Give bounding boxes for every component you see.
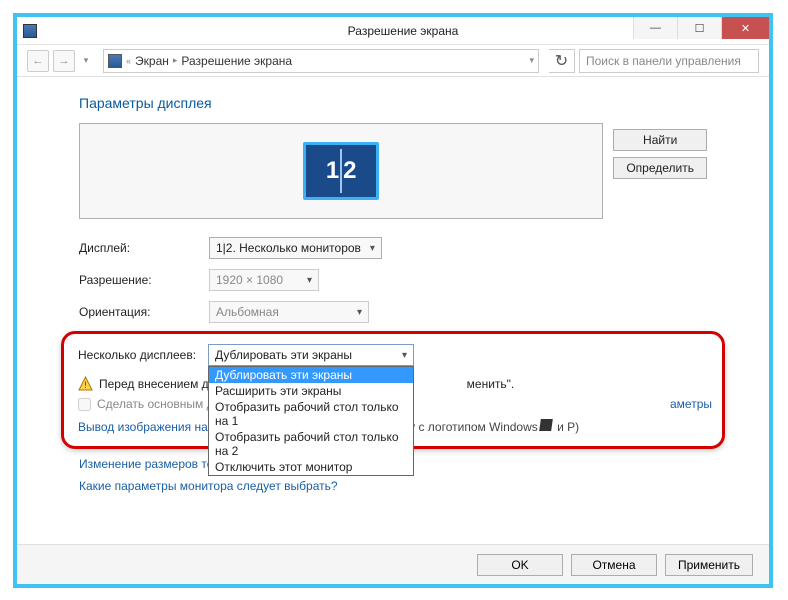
monitor-icon[interactable]: 1 2 (303, 142, 379, 200)
apply-button[interactable]: Применить (665, 554, 753, 576)
dropdown-option[interactable]: Отключить этот монитор (209, 459, 413, 475)
monitor-preview[interactable]: 1 2 (79, 123, 603, 219)
multi-display-dropdown[interactable]: Дублировать эти экраны Расширить эти экр… (208, 366, 414, 476)
location-icon (108, 54, 122, 68)
advanced-link[interactable]: Дополнительные параметры (552, 397, 712, 411)
display-select[interactable]: 1|2. Несколько мониторов (209, 237, 382, 259)
back-button[interactable]: ← (27, 50, 49, 72)
breadcrumb[interactable]: « Экран ▸ Разрешение экрана ▾ (103, 49, 539, 73)
titlebar: Разрешение экрана — ☐ ✕ (17, 17, 769, 45)
page-heading: Параметры дисплея (79, 95, 707, 111)
nav-row: ← → ▾ « Экран ▸ Разрешение экрана ▾ ↻ По… (17, 45, 769, 77)
forward-button[interactable]: → (53, 50, 75, 72)
warning-icon: ! (78, 376, 93, 391)
maximize-button[interactable]: ☐ (677, 17, 721, 39)
resolution-label: Разрешение: (79, 273, 209, 287)
multi-display-select[interactable]: Дублировать эти экраны (208, 344, 414, 366)
crumb-1[interactable]: Экран (135, 54, 169, 68)
orientation-select[interactable]: Альбомная (209, 301, 369, 323)
dropdown-option[interactable]: Отобразить рабочий стол только на 2 (209, 429, 413, 459)
multi-display-label: Несколько дисплеев: (78, 348, 208, 362)
close-button[interactable]: ✕ (721, 17, 769, 39)
find-button[interactable]: Найти (613, 129, 707, 151)
dropdown-option[interactable]: Отобразить рабочий стол только на 1 (209, 399, 413, 429)
history-dropdown[interactable]: ▾ (79, 55, 93, 66)
dialog-buttons: OK Отмена Применить (17, 544, 769, 584)
ok-button[interactable]: OK (477, 554, 563, 576)
app-icon (23, 24, 37, 38)
svg-text:!: ! (84, 380, 87, 390)
dropdown-option[interactable]: Расширить эти экраны (209, 383, 413, 399)
windows-logo-icon (539, 419, 553, 431)
display-label: Дисплей: (79, 241, 209, 255)
cancel-button[interactable]: Отмена (571, 554, 657, 576)
refresh-button[interactable]: ↻ (549, 49, 575, 73)
make-primary-label: Сделать основным д (97, 397, 214, 411)
search-input[interactable]: Поиск в панели управления (579, 49, 759, 73)
make-primary-checkbox (78, 398, 91, 411)
identify-button[interactable]: Определить (613, 157, 707, 179)
which-settings-link[interactable]: Какие параметры монитора следует выбрать… (79, 479, 707, 493)
crumb-2[interactable]: Разрешение экрана (181, 54, 292, 68)
dropdown-option[interactable]: Дублировать эти экраны (209, 367, 413, 383)
minimize-button[interactable]: — (633, 17, 677, 39)
resolution-select[interactable]: 1920 × 1080 (209, 269, 319, 291)
orientation-label: Ориентация: (79, 305, 209, 319)
highlighted-region: Несколько дисплеев: Дублировать эти экра… (61, 331, 725, 449)
